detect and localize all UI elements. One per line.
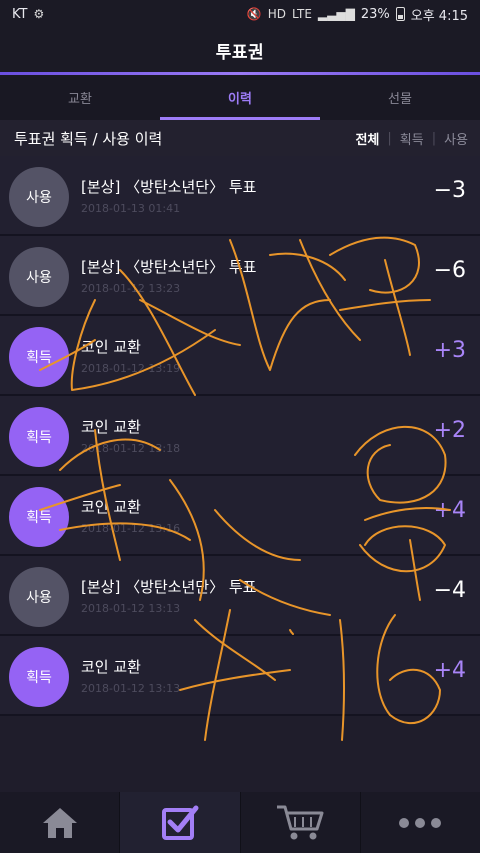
item-title: 코인 교환 xyxy=(81,338,141,356)
tab-exchange[interactable]: 교환 xyxy=(0,75,160,120)
list-item[interactable]: 사용 [본상] 〈방탄소년단〉 투표 2018-01-13 01:41 −3 xyxy=(0,156,480,236)
tab-history[interactable]: 이력 xyxy=(160,75,320,120)
nav-shop[interactable] xyxy=(241,792,361,853)
list-item[interactable]: 사용 [본상] 〈방탄소년단〉 투표 2018-01-12 13:13 −4 xyxy=(0,556,480,636)
signal-icon: ▂▃▅▇ xyxy=(317,7,355,21)
item-title: [본상] 〈방탄소년단〉 투표 xyxy=(81,178,257,196)
item-amount: +4 xyxy=(433,658,466,683)
item-title: 코인 교환 xyxy=(81,498,141,516)
used-badge: 사용 xyxy=(9,167,69,227)
mute-icon: 🔇 xyxy=(246,7,262,21)
history-header: 투표권 획득 / 사용 이력 전체 | 획득 | 사용 xyxy=(0,120,480,156)
used-badge: 사용 xyxy=(9,567,69,627)
tab-gift[interactable]: 선물 xyxy=(320,75,480,120)
tab-bar: 교환 이력 선물 xyxy=(0,75,480,120)
hd-label: HD xyxy=(267,7,286,21)
item-title: 코인 교환 xyxy=(81,658,141,676)
item-title: [본상] 〈방탄소년단〉 투표 xyxy=(81,578,257,596)
filter-group: 전체 | 획득 | 사용 xyxy=(355,129,468,148)
earned-badge: 획득 xyxy=(9,487,69,547)
status-bar: KT ⚙ 🔇 HD LTE ▂▃▅▇ 23% 오후 4:15 xyxy=(0,0,480,28)
battery-icon xyxy=(395,7,405,21)
home-icon xyxy=(42,807,77,838)
item-date: 2018-01-12 13:23 xyxy=(81,282,181,295)
history-title: 투표권 획득 / 사용 이력 xyxy=(14,129,163,148)
item-date: 2018-01-12 13:16 xyxy=(81,522,181,535)
list-item[interactable]: 사용 [본상] 〈방탄소년단〉 투표 2018-01-12 13:23 −6 xyxy=(0,236,480,316)
filter-used[interactable]: 사용 xyxy=(444,129,468,148)
more-icon xyxy=(399,817,442,828)
item-date: 2018-01-12 13:19 xyxy=(81,362,181,375)
earned-badge: 획득 xyxy=(9,407,69,467)
filter-all[interactable]: 전체 xyxy=(355,129,379,148)
list-item[interactable]: 획득 코인 교환 2018-01-12 13:18 +2 xyxy=(0,396,480,476)
item-title: [본상] 〈방탄소년단〉 투표 xyxy=(81,258,257,276)
filter-separator: | xyxy=(431,130,437,146)
nav-more[interactable] xyxy=(361,792,480,853)
filter-separator: | xyxy=(387,130,392,146)
item-date: 2018-01-12 13:18 xyxy=(81,442,181,455)
used-badge: 사용 xyxy=(9,247,69,307)
list-item[interactable]: 획득 코인 교환 2018-01-12 13:16 +4 xyxy=(0,476,480,556)
page-title: 투표권 xyxy=(215,42,265,63)
item-amount: −6 xyxy=(433,258,466,283)
item-amount: +4 xyxy=(433,498,466,523)
earned-badge: 획득 xyxy=(9,327,69,387)
item-date: 2018-01-13 01:41 xyxy=(81,202,181,215)
cart-icon xyxy=(277,805,324,839)
network-label: LTE xyxy=(291,7,312,21)
filter-earned[interactable]: 획득 xyxy=(400,129,424,148)
item-amount: −4 xyxy=(433,578,466,603)
bottom-nav xyxy=(0,792,480,853)
item-date: 2018-01-12 13:13 xyxy=(81,682,181,695)
page-title-bar: 투표권 xyxy=(0,28,480,72)
list-item[interactable]: 획득 코인 교환 2018-01-12 13:19 +3 xyxy=(0,316,480,396)
item-amount: +2 xyxy=(433,418,466,443)
battery-label: 23% xyxy=(360,6,390,22)
nav-history[interactable] xyxy=(120,792,241,853)
clock-label: 오후 4:15 xyxy=(410,8,468,24)
settings-icon: ⚙ xyxy=(33,7,45,21)
item-date: 2018-01-12 13:13 xyxy=(81,602,181,615)
nav-home[interactable] xyxy=(0,792,121,853)
history-list: 사용 [본상] 〈방탄소년단〉 투표 2018-01-13 01:41 −3 사… xyxy=(0,156,480,716)
carrier-label: KT xyxy=(12,6,28,22)
list-item[interactable]: 획득 코인 교환 2018-01-12 13:13 +4 xyxy=(0,636,480,716)
item-amount: −3 xyxy=(433,178,466,203)
item-amount: +3 xyxy=(433,338,466,363)
checkbox-icon xyxy=(161,805,199,840)
earned-badge: 획득 xyxy=(9,647,69,707)
item-title: 코인 교환 xyxy=(81,418,141,436)
